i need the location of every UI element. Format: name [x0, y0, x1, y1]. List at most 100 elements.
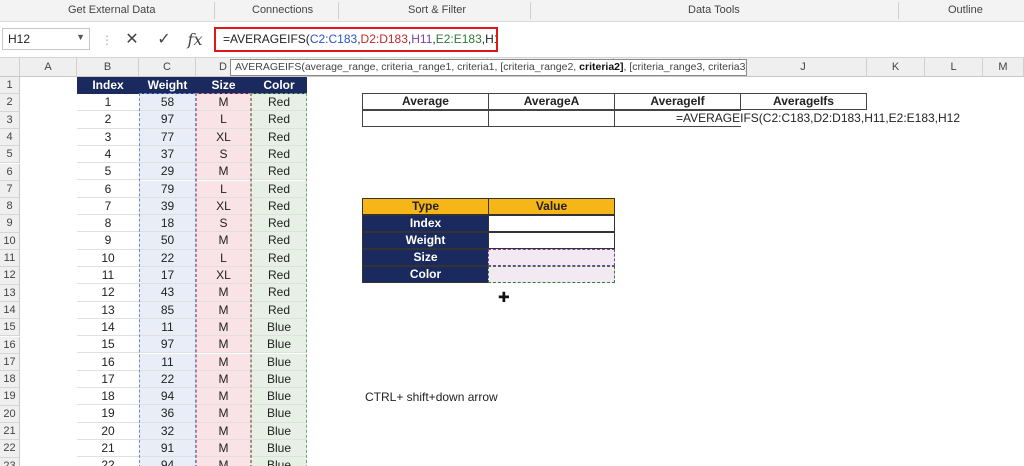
cell-weight[interactable]: 11	[139, 318, 196, 337]
cell-color[interactable]: Red	[251, 249, 307, 267]
cell-index[interactable]: 1	[77, 94, 139, 112]
cell-size[interactable]: M	[196, 457, 251, 466]
header-weight[interactable]: Weight	[139, 77, 196, 95]
cell-color[interactable]: Red	[251, 232, 307, 250]
cell-color[interactable]: Blue	[251, 370, 307, 389]
cell-size[interactable]: M	[196, 232, 251, 250]
criteria-type-index[interactable]: Index	[362, 215, 489, 232]
cell-weight[interactable]: 36	[139, 405, 196, 423]
cell-index[interactable]: 19	[77, 405, 139, 423]
cell-color[interactable]: Blue	[251, 405, 307, 423]
row-header-19[interactable]: 19	[0, 388, 20, 406]
cell-weight[interactable]: 79	[139, 180, 196, 198]
cell-weight[interactable]: 11	[139, 353, 196, 371]
cell-size[interactable]: L	[196, 180, 251, 198]
cell-color[interactable]: Red	[251, 163, 307, 181]
column-header-b[interactable]: B	[77, 58, 139, 77]
cell-color[interactable]: Red	[251, 111, 307, 129]
function-icon[interactable]: fx	[183, 28, 207, 50]
cell-index[interactable]: 3	[77, 128, 139, 146]
criteria-type-size[interactable]: Size	[362, 249, 489, 266]
cell-color[interactable]: Red	[251, 284, 307, 302]
cell-color[interactable]: Blue	[251, 457, 307, 466]
row-header-1[interactable]: 1	[0, 77, 20, 95]
criteria-value-size[interactable]	[488, 249, 615, 266]
cell-color[interactable]: Red	[251, 267, 307, 285]
row-header-9[interactable]: 9	[0, 215, 20, 233]
column-header-k[interactable]: K	[867, 58, 925, 77]
cell-index[interactable]: 4	[77, 145, 139, 164]
formula-input[interactable]: =AVERAGEIFS(C2:C183,D2:D183,H11,E2:E183,…	[214, 27, 498, 52]
row-header-8[interactable]: 8	[0, 198, 20, 216]
row-header-7[interactable]: 7	[0, 180, 20, 199]
cell-size[interactable]: M	[196, 336, 251, 354]
cell-weight[interactable]: 22	[139, 370, 196, 389]
criteria-header-value[interactable]: Value	[488, 198, 615, 215]
cell-index[interactable]: 5	[77, 163, 139, 181]
cell-index[interactable]: 9	[77, 232, 139, 250]
cell-index[interactable]: 15	[77, 336, 139, 354]
cell-color[interactable]: Blue	[251, 440, 307, 458]
name-box[interactable]: H12 ▼	[2, 28, 90, 50]
cell-index[interactable]: 21	[77, 440, 139, 458]
cell-index[interactable]: 16	[77, 353, 139, 371]
cell-weight[interactable]: 39	[139, 197, 196, 216]
cell-size[interactable]: XL	[196, 267, 251, 285]
row-header-16[interactable]: 16	[0, 336, 20, 354]
row-header-20[interactable]: 20	[0, 405, 20, 423]
summary-cell-average[interactable]	[362, 110, 489, 127]
cell-size[interactable]: M	[196, 388, 251, 406]
cell-size[interactable]: M	[196, 163, 251, 181]
column-header-j[interactable]: J	[740, 58, 867, 77]
criteria-value-index[interactable]	[488, 215, 615, 232]
cell-size[interactable]: XL	[196, 197, 251, 216]
cell-color[interactable]: Red	[251, 128, 307, 146]
cell-weight[interactable]: 43	[139, 284, 196, 302]
cell-index[interactable]: 8	[77, 215, 139, 233]
row-header-14[interactable]: 14	[0, 301, 20, 320]
cell-size[interactable]: M	[196, 318, 251, 337]
row-header-6[interactable]: 6	[0, 163, 20, 181]
summary-cell-averagea[interactable]	[488, 110, 615, 127]
criteria-header-type[interactable]: Type	[362, 198, 489, 215]
cell-weight[interactable]: 94	[139, 457, 196, 466]
row-header-18[interactable]: 18	[0, 371, 20, 389]
cell-index[interactable]: 20	[77, 422, 139, 440]
cell-index[interactable]: 13	[77, 301, 139, 319]
cell-size[interactable]: S	[196, 145, 251, 164]
column-header-l[interactable]: L	[925, 58, 983, 77]
cell-size[interactable]: M	[196, 301, 251, 319]
column-header-m[interactable]: M	[983, 58, 1024, 77]
row-header-23[interactable]: 23	[0, 457, 20, 466]
cell-index[interactable]: 17	[77, 370, 139, 389]
header-size[interactable]: Size	[196, 77, 251, 95]
row-header-5[interactable]: 5	[0, 146, 20, 164]
summary-header-averageifs[interactable]: AverageIfs	[740, 93, 867, 110]
cell-color[interactable]: Red	[251, 180, 307, 198]
column-header-a[interactable]: A	[20, 58, 77, 77]
cell-weight[interactable]: 18	[139, 215, 196, 233]
criteria-value-weight[interactable]	[488, 232, 615, 249]
cell-size[interactable]: L	[196, 111, 251, 129]
row-header-2[interactable]: 2	[0, 94, 20, 112]
ribbon-group-sort-filter[interactable]: Sort & Filter	[408, 4, 466, 16]
cell-weight[interactable]: 97	[139, 111, 196, 129]
header-index[interactable]: Index	[77, 77, 139, 95]
cell-index[interactable]: 10	[77, 249, 139, 267]
cell-weight[interactable]: 32	[139, 422, 196, 440]
cell-index[interactable]: 18	[77, 388, 139, 406]
header-color[interactable]: Color	[251, 77, 307, 95]
row-header-13[interactable]: 13	[0, 284, 20, 302]
row-header-10[interactable]: 10	[0, 232, 20, 250]
cell-size[interactable]: M	[196, 284, 251, 302]
summary-header-averageif[interactable]: AverageIf	[614, 93, 741, 110]
cell-color[interactable]: Blue	[251, 353, 307, 371]
row-header-4[interactable]: 4	[0, 128, 20, 147]
cell-weight[interactable]: 58	[139, 94, 196, 112]
cell-index[interactable]: 22	[77, 457, 139, 466]
cell-size[interactable]: M	[196, 353, 251, 371]
summary-header-averagea[interactable]: AverageA	[488, 93, 615, 110]
active-cell-formula[interactable]: =AVERAGEIFS(C2:C183,D2:D183,H11,E2:E183,…	[676, 111, 960, 125]
cell-weight[interactable]: 37	[139, 145, 196, 164]
close-icon[interactable]: ✕	[120, 28, 144, 50]
